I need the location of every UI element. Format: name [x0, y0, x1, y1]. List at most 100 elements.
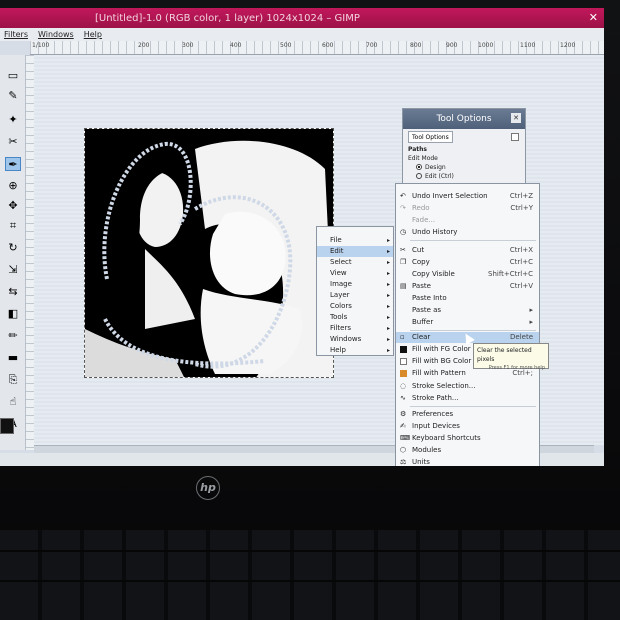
rotate-icon[interactable]: ↻ — [5, 241, 21, 255]
menu-item-layer[interactable]: Layer ▸ — [317, 290, 393, 301]
menu-input-devices[interactable]: ✍ Input Devices — [396, 421, 539, 432]
preferences-icon: ⚙ — [400, 410, 407, 418]
menu-fade[interactable]: Fade... — [396, 215, 539, 226]
menu-undo-invert-selection[interactable]: ↶ Undo Invert Selection Ctrl+Z — [396, 191, 539, 202]
menu-item-label: Filters — [330, 324, 351, 332]
submenu-arrow-icon: ▸ — [529, 306, 533, 314]
menu-item-label: Select — [330, 258, 352, 266]
photo-image — [85, 129, 333, 377]
paths-tool-icon[interactable]: ✒ — [5, 157, 21, 171]
menu-item-label: Undo History — [412, 228, 458, 236]
menu-item-image[interactable]: Image ▸ — [317, 279, 393, 290]
tooltip-text: Clear the selected pixels — [477, 347, 532, 363]
menu-redo[interactable]: ↷ Redo Ctrl+Y — [396, 203, 539, 214]
main-menubar: Filters Windows Help — [0, 28, 604, 41]
submenu-arrow-icon: ▸ — [386, 237, 390, 244]
menu-separator — [410, 330, 536, 331]
rect-select-icon[interactable]: ▭ — [5, 69, 21, 83]
fuzzy-select-icon[interactable]: ✦ — [5, 113, 21, 127]
fg-bg-color-swatch[interactable] — [0, 418, 14, 434]
menu-units[interactable]: ⚖ Units — [396, 457, 539, 466]
mode-design-radio[interactable]: Design — [408, 163, 520, 172]
menu-item-filters[interactable]: Filters ▸ — [317, 323, 393, 334]
menu-paste-as[interactable]: Paste as ▸ — [396, 305, 539, 316]
menu-stroke-selection[interactable]: ◌ Stroke Selection... — [396, 381, 539, 392]
window-title: [Untitled]-1.0 (RGB color, 1 layer) 1024… — [95, 12, 360, 24]
keyboard-icon: ⌨ — [400, 434, 411, 442]
menu-item-label: File — [330, 236, 342, 244]
menu-item-label: Fade... — [412, 216, 436, 224]
menu-item-tools[interactable]: Tools ▸ — [317, 312, 393, 323]
menu-modules[interactable]: ⬡ Modules — [396, 445, 539, 456]
menu-undo-history[interactable]: ◷ Undo History — [396, 227, 539, 238]
menu-windows[interactable]: Windows — [38, 30, 74, 39]
zoom-icon[interactable]: ⊕ — [5, 179, 21, 193]
lasso-icon[interactable]: ✎ — [5, 89, 21, 103]
submenu-arrow-icon: ▸ — [386, 303, 390, 310]
move-icon[interactable]: ✥ — [5, 199, 21, 213]
paste-icon: ▤ — [400, 282, 407, 290]
eraser-icon[interactable]: ▬ — [5, 351, 21, 365]
menu-item-help[interactable]: Help ▸ — [317, 345, 393, 356]
submenu-arrow-icon: ▸ — [386, 314, 390, 321]
menu-item-colors[interactable]: Colors ▸ — [317, 301, 393, 312]
menu-stroke-path[interactable]: ∿ Stroke Path... — [396, 393, 539, 404]
close-window-icon[interactable]: ✕ — [589, 11, 598, 24]
menu-copy-visible[interactable]: Copy Visible Shift+Ctrl+C — [396, 269, 539, 280]
menu-item-view[interactable]: View ▸ — [317, 268, 393, 279]
submenu-arrow-icon: ▸ — [529, 318, 533, 326]
hp-logo: hp — [196, 476, 220, 500]
menu-item-label: Edit — [330, 247, 344, 255]
menu-help[interactable]: Help — [84, 30, 102, 39]
menu-item-label: Modules — [412, 446, 442, 454]
edit-mode-label: Edit Mode — [408, 155, 438, 162]
pencil-icon[interactable]: ✏ — [5, 329, 21, 343]
menu-item-label: Preferences — [412, 410, 454, 418]
clear-tooltip: Clear the selected pixels Press F1 for m… — [473, 343, 549, 371]
menu-item-label: Keyboard Shortcuts — [412, 434, 481, 442]
tool-options-body: Paths Edit Mode Design Edit (Ctrl) — [408, 145, 520, 181]
close-panel-icon[interactable]: ✕ — [511, 113, 521, 123]
menu-item-label: Copy — [412, 258, 430, 266]
menu-item-label: Colors — [330, 302, 352, 310]
redo-icon: ↷ — [400, 204, 406, 212]
menu-item-edit[interactable]: Edit ▸ — [317, 246, 393, 257]
menu-item-file[interactable]: File ▸ — [317, 235, 393, 246]
submenu-arrow-icon: ▸ — [386, 336, 390, 343]
smudge-icon[interactable]: ☝ — [5, 395, 21, 409]
mode-edit-radio[interactable]: Edit (Ctrl) — [408, 172, 520, 181]
tab-menu-icon[interactable] — [511, 133, 519, 141]
menu-keyboard-shortcuts[interactable]: ⌨ Keyboard Shortcuts — [396, 433, 539, 444]
menu-paste[interactable]: ▤ Paste Ctrl+V — [396, 281, 539, 292]
menu-filters[interactable]: Filters — [4, 30, 28, 39]
input-devices-icon: ✍ — [400, 422, 406, 430]
bg-fill-icon — [400, 358, 407, 365]
submenu-arrow-icon: ▸ — [386, 259, 390, 266]
scissors-icon[interactable]: ✂ — [5, 135, 21, 149]
menu-item-label: Paste as — [412, 306, 442, 314]
menu-item-label: Fill with Pattern — [412, 369, 466, 377]
menu-item-windows[interactable]: Windows ▸ — [317, 334, 393, 345]
menu-buffer[interactable]: Buffer ▸ — [396, 317, 539, 328]
menu-item-label: Tools — [330, 313, 348, 321]
stroke-path-icon: ∿ — [400, 394, 406, 402]
crop-icon[interactable]: ⌗ — [5, 219, 21, 233]
menu-cut[interactable]: ✂ Cut Ctrl+X — [396, 245, 539, 256]
menu-paste-into[interactable]: Paste Into — [396, 293, 539, 304]
menu-item-label: Paste Into — [412, 294, 447, 302]
tool-options-tab[interactable]: Tool Options — [408, 131, 453, 143]
menu-copy[interactable]: ❐ Copy Ctrl+C — [396, 257, 539, 268]
clone-icon[interactable]: ⎘ — [5, 373, 21, 387]
menu-item-select[interactable]: Select ▸ — [317, 257, 393, 268]
menu-preferences[interactable]: ⚙ Preferences — [396, 409, 539, 420]
radio-icon — [416, 173, 422, 179]
ruler-tick: 700 — [366, 42, 378, 49]
bucket-icon[interactable]: ◧ — [5, 307, 21, 321]
fg-fill-icon — [400, 346, 407, 353]
flip-icon[interactable]: ⇆ — [5, 285, 21, 299]
image-canvas[interactable] — [84, 128, 334, 378]
submenu-arrow-icon: ▸ — [386, 325, 390, 332]
menu-item-shortcut: Ctrl+C — [509, 258, 533, 266]
scale-icon[interactable]: ⇲ — [5, 263, 21, 277]
pattern-fill-icon — [400, 370, 407, 377]
